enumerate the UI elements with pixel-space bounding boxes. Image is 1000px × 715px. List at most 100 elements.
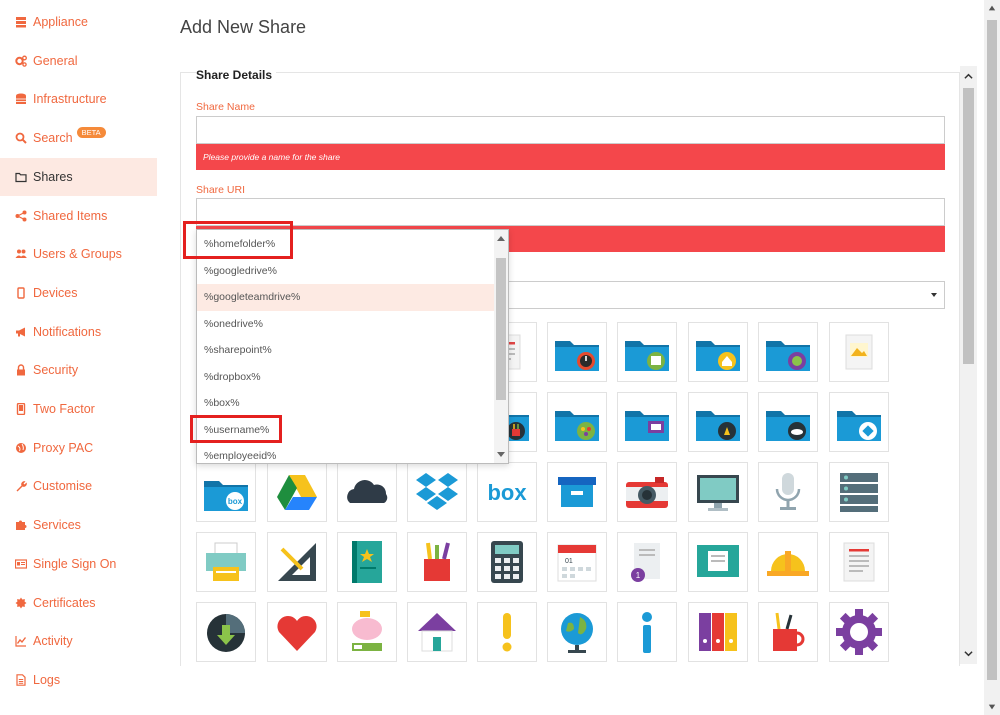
database-icon	[14, 92, 28, 106]
share-icon-tile[interactable]	[407, 462, 467, 522]
pencil-mug-icon	[773, 612, 805, 651]
share-icon-tile[interactable]	[547, 602, 607, 662]
share-icon-tile[interactable]	[829, 532, 889, 592]
dropdown-scroll-thumb[interactable]	[496, 258, 506, 400]
chevron-up-icon[interactable]	[964, 72, 973, 81]
window-scroll-thumb[interactable]	[987, 20, 997, 680]
sidebar-item-infrastructure[interactable]: Infrastructure	[0, 80, 157, 118]
share-icon-tile[interactable]	[407, 532, 467, 592]
share-icon-tile[interactable]	[196, 602, 256, 662]
share-icon-tile[interactable]: box	[477, 462, 537, 522]
share-icon-tile[interactable]	[407, 602, 467, 662]
piggy-bank-icon	[352, 611, 382, 651]
share-icon-tile[interactable]	[267, 532, 327, 592]
share-icon-tile[interactable]	[688, 462, 748, 522]
sidebar-item-appliance[interactable]: Appliance	[0, 3, 157, 41]
sidebar-item-two-factor[interactable]: Two Factor	[0, 390, 157, 428]
sidebar-item-notifications[interactable]: Notifications	[0, 313, 157, 351]
share-icon-tile[interactable]	[547, 322, 607, 382]
dropdown-option[interactable]: %onedrive%	[197, 311, 495, 338]
panel-scroll-thumb[interactable]	[963, 88, 974, 364]
share-icon-tile[interactable]: 01	[547, 532, 607, 592]
share-icon-tile[interactable]	[758, 322, 818, 382]
numbered-document-icon: 1	[631, 543, 660, 582]
share-icon	[14, 209, 28, 223]
share-icon-tile[interactable]	[758, 532, 818, 592]
dropdown-option[interactable]: %googleteamdrive%	[197, 284, 495, 311]
dropdown-option[interactable]: %employeeid%	[197, 443, 495, 463]
panel-scrollbar[interactable]	[960, 66, 977, 664]
share-icon-tile[interactable]	[477, 602, 537, 662]
sidebar-item-proxy-pac[interactable]: Proxy PAC	[0, 429, 157, 467]
sidebar-item-single-sign-on[interactable]: Single Sign On	[0, 545, 157, 583]
share-icon-tile[interactable]	[337, 532, 397, 592]
sidebar-item-devices[interactable]: Devices	[0, 274, 157, 312]
share-uri-input[interactable]	[196, 198, 945, 226]
sidebar-item-services[interactable]: Services	[0, 506, 157, 544]
share-icon-tile[interactable]	[688, 532, 748, 592]
share-icon-tile[interactable]	[337, 462, 397, 522]
sidebar-item-activity[interactable]: Activity	[0, 622, 157, 660]
folder-dropbox-icon	[837, 411, 881, 441]
sidebar-item-general[interactable]: General	[0, 42, 157, 80]
sidebar-item-users-groups[interactable]: Users & Groups	[0, 235, 157, 273]
sidebar-item-search[interactable]: Search BETA	[0, 119, 157, 157]
dropdown-option[interactable]: %googledrive%	[197, 258, 495, 285]
share-icon-tile[interactable]: box	[196, 462, 256, 522]
scroll-up-icon[interactable]	[497, 236, 505, 241]
sidebar-item-shared-items[interactable]: Shared Items	[0, 197, 157, 235]
info-icon	[642, 612, 652, 653]
onedrive-cloud-icon	[347, 480, 388, 503]
share-icon-tile[interactable]	[547, 462, 607, 522]
sidebar-item-shares[interactable]: Shares	[0, 157, 157, 196]
share-name-label: Share Name	[196, 101, 255, 113]
share-icon-tile[interactable]	[829, 322, 889, 382]
sidebar: Appliance General Infrastructure Search BETA…	[0, 0, 157, 715]
scroll-down-arrow-icon[interactable]	[988, 703, 996, 711]
folder-onedrive-icon	[766, 411, 810, 441]
share-icon-tile[interactable]	[337, 602, 397, 662]
svg-text:1: 1	[636, 571, 641, 580]
share-icon-tile[interactable]	[688, 392, 748, 452]
share-icon-tile[interactable]	[267, 602, 327, 662]
share-name-input[interactable]	[196, 116, 945, 144]
sidebar-item-label: Users & Groups	[33, 247, 122, 262]
share-icon-tile[interactable]	[196, 532, 256, 592]
sidebar-item-certificates[interactable]: Certificates	[0, 584, 157, 622]
dropdown-scrollbar[interactable]	[494, 230, 508, 463]
share-icon-tile[interactable]: 1	[617, 532, 677, 592]
share-icon-tile[interactable]	[829, 462, 889, 522]
photo-document-icon	[845, 334, 873, 370]
dropdown-option[interactable]: %dropbox%	[197, 364, 495, 391]
share-icon-tile[interactable]	[829, 602, 889, 662]
share-icon-tile[interactable]	[617, 602, 677, 662]
dropbox-icon	[416, 473, 458, 510]
share-icon-tile[interactable]	[617, 462, 677, 522]
sidebar-item-security[interactable]: Security	[0, 351, 157, 389]
share-icon-tile[interactable]	[267, 462, 327, 522]
sidebar-item-logs[interactable]: Logs	[0, 661, 157, 699]
scroll-down-icon[interactable]	[497, 452, 505, 457]
dropdown-option[interactable]: %box%	[197, 390, 495, 417]
share-icon-tile[interactable]	[617, 322, 677, 382]
highlight-box-homefolder	[183, 221, 293, 259]
svg-text:box: box	[487, 480, 527, 505]
chevron-down-icon[interactable]	[964, 649, 973, 658]
share-icon-tile[interactable]	[547, 392, 607, 452]
share-icon-tile[interactable]	[758, 602, 818, 662]
scroll-up-arrow-icon[interactable]	[988, 4, 996, 12]
share-icon-tile[interactable]	[829, 392, 889, 452]
share-icon-tile[interactable]	[688, 322, 748, 382]
svg-text:01: 01	[565, 558, 573, 565]
share-icon-tile[interactable]	[688, 602, 748, 662]
dropdown-option[interactable]: %sharepoint%	[197, 337, 495, 364]
printer-icon	[206, 542, 246, 581]
share-icon-tile[interactable]	[758, 462, 818, 522]
window-scrollbar[interactable]	[984, 0, 1000, 715]
gears-icon	[14, 54, 28, 68]
desk-globe-icon	[561, 613, 593, 653]
share-icon-tile[interactable]	[758, 392, 818, 452]
sidebar-item-customise[interactable]: Customise	[0, 467, 157, 505]
share-icon-tile[interactable]	[617, 392, 677, 452]
share-icon-tile[interactable]	[477, 532, 537, 592]
